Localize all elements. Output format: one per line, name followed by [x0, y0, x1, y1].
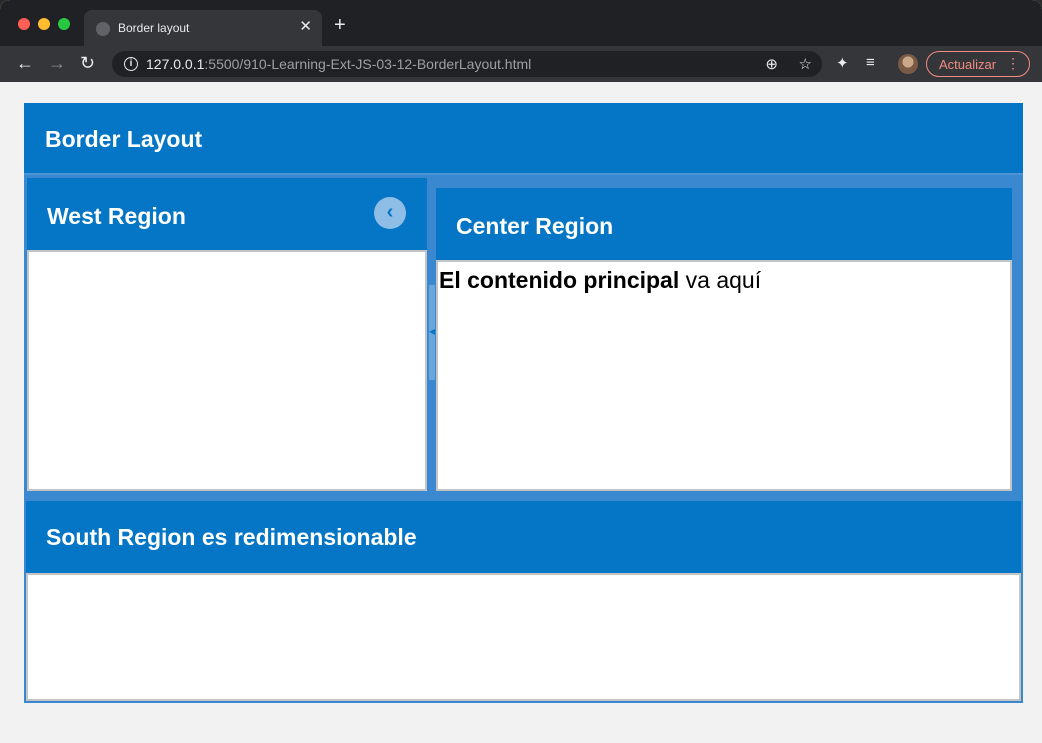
border-layout-panel: Border Layout West Region ‹ ◂ Center Reg… — [24, 103, 1023, 703]
center-content-rest: va aquí — [679, 267, 762, 293]
center-content-strong: El contenido principal — [439, 267, 680, 293]
globe-icon — [96, 22, 110, 36]
west-splitter-handle[interactable]: ◂ — [429, 285, 435, 380]
south-region-header[interactable]: South Region es redimensionable — [26, 501, 1021, 573]
extensions-puzzle-icon[interactable]: ✦ — [836, 54, 849, 72]
bookmark-star-icon[interactable]: ☆ — [799, 55, 812, 73]
center-content-text: El contenido principal va aquí — [439, 267, 761, 294]
west-region-header: West Region ‹ — [27, 178, 427, 250]
page-title: Border Layout — [45, 126, 203, 152]
profile-avatar[interactable] — [898, 54, 918, 74]
window-minimize-button[interactable] — [38, 18, 50, 30]
browser-window: Border layout ✕ + ← → ↻ i 127.0.0.1:5500… — [0, 0, 1042, 743]
address-bar[interactable]: i 127.0.0.1:5500/910-Learning-Ext-JS-03-… — [112, 51, 822, 77]
center-region-title: Center Region — [456, 213, 614, 239]
media-queue-icon[interactable]: ≡ — [866, 54, 875, 71]
tab-strip: Border layout ✕ + — [0, 0, 1042, 46]
main-panel-header: Border Layout — [24, 103, 1023, 175]
tab-close-icon[interactable]: ✕ — [299, 18, 312, 36]
center-region-header: Center Region — [436, 188, 1012, 260]
south-region-title: South Region es redimensionable — [46, 524, 417, 550]
center-region-body: El contenido principal va aquí — [436, 260, 1012, 491]
forward-arrow-icon[interactable]: → — [48, 53, 66, 73]
window-close-button[interactable] — [18, 18, 30, 30]
new-tab-button[interactable]: + — [334, 15, 346, 35]
url-path: :5500/910-Learning-Ext-JS-03-12-BorderLa… — [204, 56, 532, 72]
url-text[interactable]: 127.0.0.1:5500/910-Learning-Ext-JS-03-12… — [146, 56, 531, 72]
menu-dots-icon[interactable]: ⋮ — [1006, 55, 1020, 72]
update-button[interactable]: Actualizar ⋮ — [926, 51, 1030, 77]
browser-tab[interactable]: Border layout ✕ — [84, 10, 322, 46]
layout-body: West Region ‹ ◂ Center Region El conteni… — [24, 175, 1023, 703]
zoom-icon[interactable]: ⊕ — [765, 55, 778, 73]
window-maximize-button[interactable] — [58, 18, 70, 30]
back-arrow-icon[interactable]: ← — [16, 53, 34, 73]
collapse-left-icon[interactable]: ‹ — [374, 197, 406, 229]
info-icon[interactable]: i — [124, 57, 138, 71]
west-region-title: West Region — [47, 203, 186, 229]
url-host: 127.0.0.1 — [146, 56, 205, 72]
tab-title: Border layout — [118, 21, 190, 35]
update-button-label: Actualizar — [939, 57, 997, 72]
west-region-body — [27, 250, 427, 491]
reload-icon[interactable]: ↻ — [80, 53, 95, 73]
south-region-body — [26, 573, 1021, 701]
page-viewport: Border Layout West Region ‹ ◂ Center Reg… — [0, 82, 1042, 743]
splitter-arrow-icon[interactable]: ◂ — [429, 325, 435, 337]
browser-toolbar: ← → ↻ i 127.0.0.1:5500/910-Learning-Ext-… — [0, 46, 1042, 82]
